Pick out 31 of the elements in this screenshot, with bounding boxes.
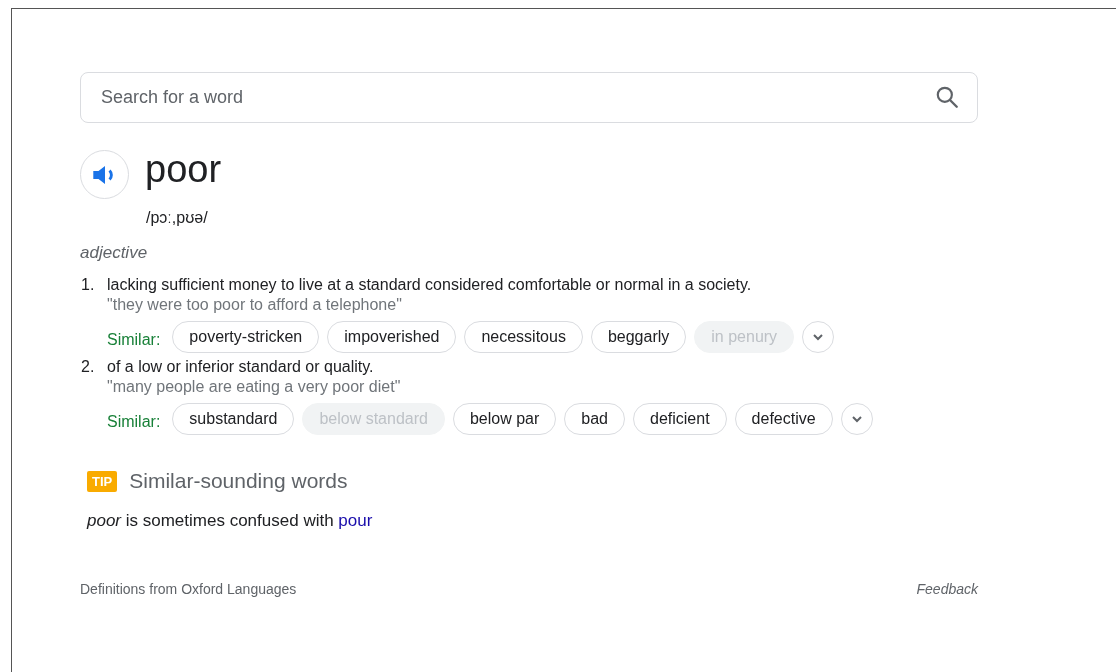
part-of-speech: adjective xyxy=(80,243,149,263)
speaker-button[interactable] xyxy=(80,150,129,199)
search-field[interactable]: Search for a word xyxy=(80,72,978,123)
definition: of a low or inferior standard or quality. xyxy=(107,357,375,377)
headword: poor xyxy=(145,148,222,191)
tip-badge: TIP xyxy=(87,470,118,492)
synonym-chip[interactable]: defective xyxy=(734,403,833,435)
synonym-chip[interactable]: deficient xyxy=(633,403,727,435)
sense-number: 2. xyxy=(80,357,96,377)
example-sentence: "they were too poor to afford a telephone" xyxy=(107,295,403,315)
synonym-chip[interactable]: below par xyxy=(452,403,557,435)
source-note: Definitions from Oxford Languages xyxy=(80,581,297,597)
synonym-chip[interactable]: poverty-stricken xyxy=(172,321,320,353)
synonym-chip[interactable]: substandard xyxy=(172,403,295,435)
synonym-chip[interactable]: beggarly xyxy=(590,321,687,353)
feedback-link[interactable]: Feedback xyxy=(916,581,978,597)
synonym-chip[interactable]: bad xyxy=(564,403,625,435)
phonetic: /pɔː,pʊə/ xyxy=(146,209,209,227)
search-icon[interactable] xyxy=(934,84,960,110)
synonym-chip[interactable]: necessitous xyxy=(464,321,583,353)
expand-button[interactable] xyxy=(802,321,835,353)
example-sentence: "many people are eating a very poor diet" xyxy=(107,377,402,397)
expand-button[interactable] xyxy=(840,403,873,435)
similar-label: Similar: xyxy=(107,413,161,431)
confusion-sentence: poor is sometimes confused with pour xyxy=(87,511,374,531)
word-link[interactable]: pour xyxy=(338,511,373,530)
definition: lacking sufficient money to live at a standard considered comfortable or normal in a society. xyxy=(107,275,753,295)
sense-number: 1. xyxy=(80,275,96,295)
similar-label: Similar: xyxy=(107,331,161,349)
section-title: Similar-sounding words xyxy=(129,469,348,493)
synonym-chip[interactable]: impoverished xyxy=(327,321,457,353)
